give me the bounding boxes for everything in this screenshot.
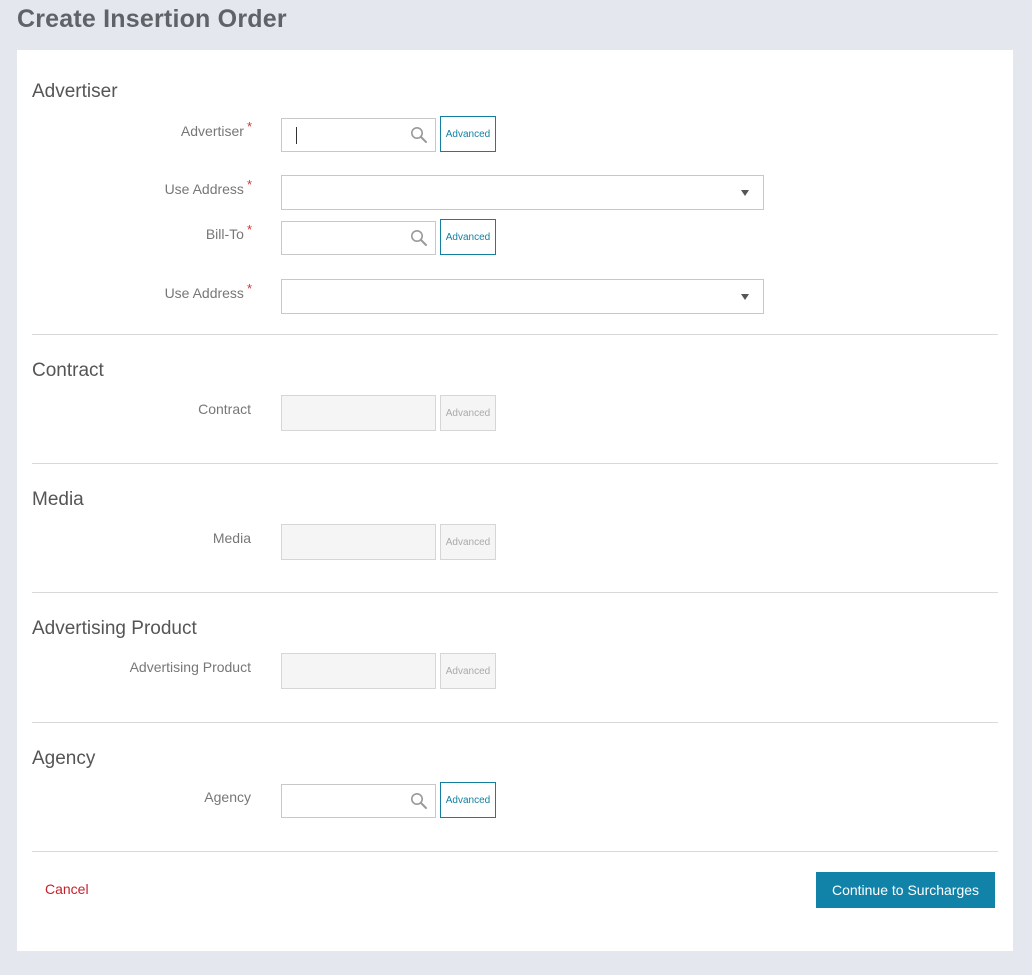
caret-down-icon [741,294,749,300]
required-mark: * [246,222,252,237]
page-title: Create Insertion Order [17,5,287,33]
use-address-2-label: Use Address * [164,281,252,301]
agency-input[interactable] [281,784,436,818]
use-address-label-text: Use Address [164,181,244,197]
advertiser-input[interactable] [281,118,436,152]
section-title-agency: Agency [32,748,96,769]
section-title-advertiser: Advertiser [32,81,118,102]
insertion-order-form: Advertiser Advertiser * Advanced Use Addr… [17,50,1013,951]
section-divider [32,463,998,464]
search-icon [411,230,427,246]
media-advanced-button: Advanced [440,524,496,560]
advertiser-label-text: Advertiser [180,123,244,139]
section-divider [32,722,998,723]
advertiser-advanced-button[interactable]: Advanced [440,116,496,152]
cancel-link[interactable]: Cancel [45,881,89,897]
advertising-product-label: Advertising Product [129,659,251,675]
section-divider [32,851,998,852]
advertising-product-advanced-button: Advanced [440,653,496,689]
required-mark: * [246,177,252,192]
advertising-product-input [281,653,436,689]
advertiser-label: Advertiser * [180,119,252,139]
bill-to-label: Bill-To * [205,222,252,242]
section-title-advertising-product: Advertising Product [32,618,197,639]
caret-down-icon [741,190,749,196]
use-address-label: Use Address * [164,177,252,197]
required-mark: * [246,281,252,296]
use-address-2-label-text: Use Address [164,285,244,301]
use-address-2-select[interactable] [281,279,764,314]
agency-advanced-button[interactable]: Advanced [440,782,496,818]
media-input [281,524,436,560]
required-mark: * [246,119,252,134]
bill-to-advanced-button[interactable]: Advanced [440,219,496,255]
text-cursor [296,127,297,144]
section-divider [32,334,998,335]
search-icon [411,793,427,809]
bill-to-input[interactable] [281,221,436,255]
search-icon [411,127,427,143]
bill-to-label-text: Bill-To [205,226,244,242]
media-label: Media [212,530,251,546]
contract-input [281,395,436,431]
use-address-select[interactable] [281,175,764,210]
continue-to-surcharges-button[interactable]: Continue to Surcharges [816,872,995,908]
section-divider [32,592,998,593]
contract-label: Contract [198,401,251,417]
section-title-contract: Contract [32,360,104,381]
contract-advanced-button: Advanced [440,395,496,431]
agency-label: Agency [204,789,251,805]
section-title-media: Media [32,489,84,510]
